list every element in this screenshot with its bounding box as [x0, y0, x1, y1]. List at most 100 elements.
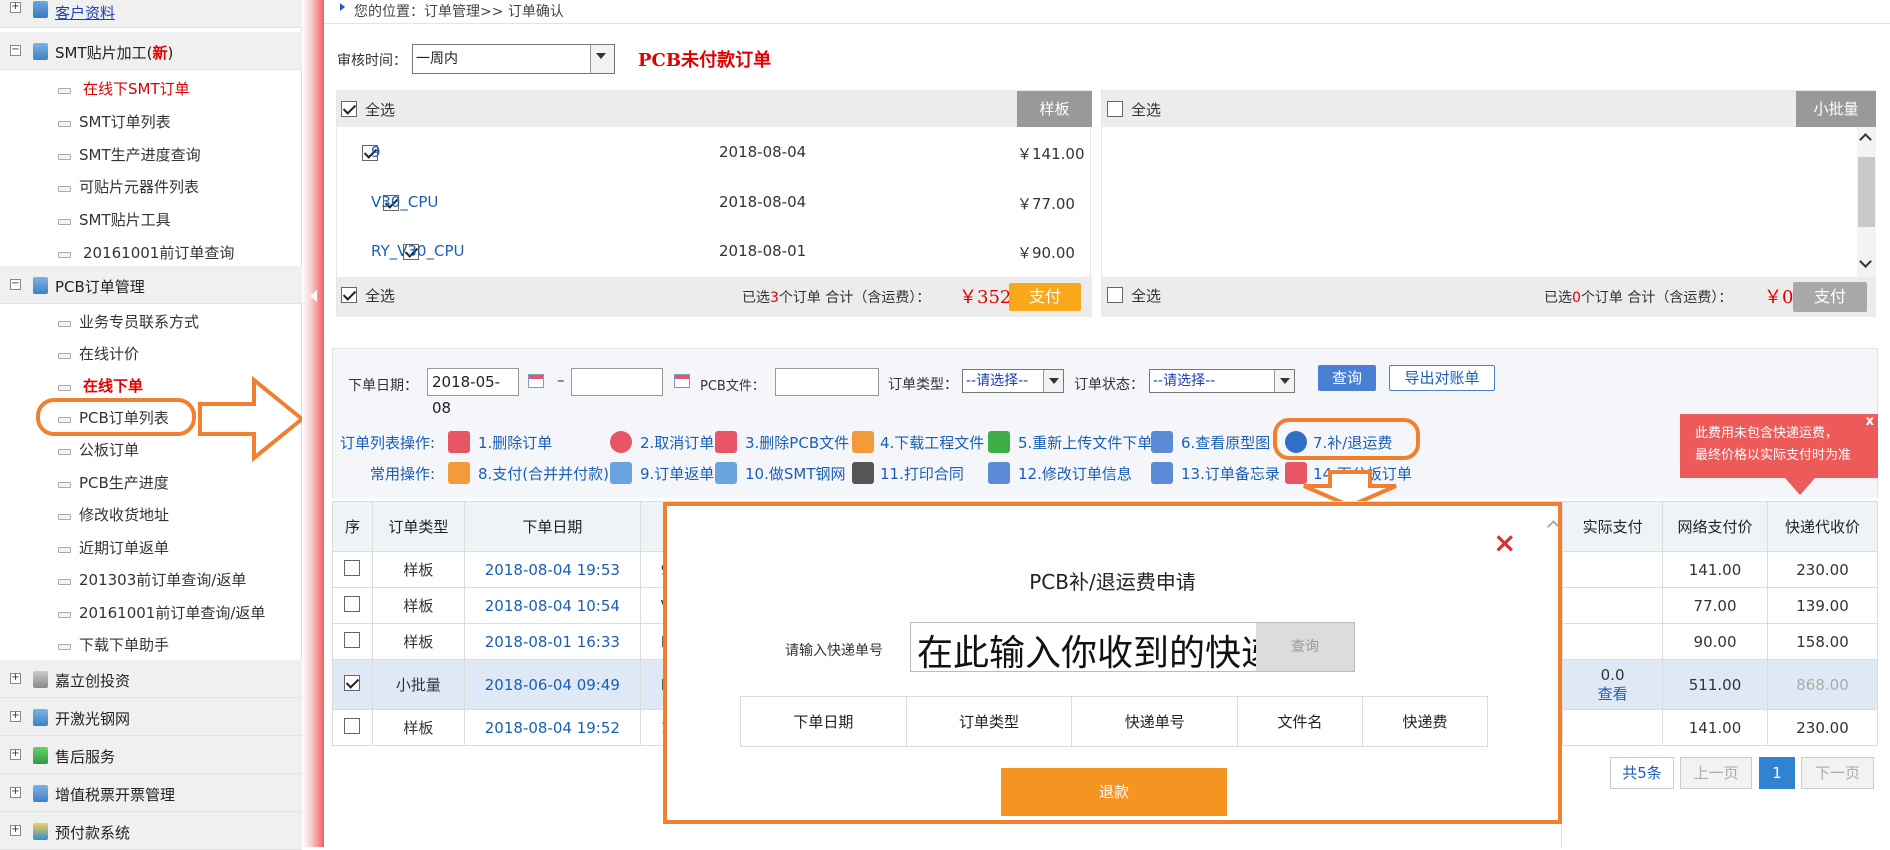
expand-icon[interactable]: +	[10, 2, 21, 13]
sidebar-item-pcb-progress[interactable]: PCB生产进度	[0, 466, 302, 498]
op-view-prototype[interactable]: 6.查看原型图	[1181, 432, 1270, 453]
date-to-input[interactable]	[571, 368, 663, 396]
cancel-icon[interactable]	[610, 431, 632, 453]
pay-button[interactable]: 支付	[1793, 282, 1867, 312]
expand-icon[interactable]: +	[10, 711, 21, 722]
scroll-down-icon[interactable]	[1859, 255, 1872, 268]
sidebar-item-before-2013[interactable]: 201303前订单查询/返单	[0, 563, 302, 595]
refund-button[interactable]: 退款	[1001, 768, 1227, 816]
order-name[interactable]: 9	[371, 143, 381, 161]
op-delete-order[interactable]: 1.删除订单	[478, 432, 552, 453]
sidebar-group-customer[interactable]: + 客户资料	[0, 0, 302, 28]
sidebar-item-before-2016[interactable]: 20161001前订单查询/返单	[0, 596, 302, 628]
sidebar-group-prepay[interactable]: + 预付款系统	[0, 812, 302, 850]
export-statement-button[interactable]: 导出对账单	[1389, 365, 1495, 391]
sidebar-item-smt-online[interactable]: 在线下SMT订单	[0, 72, 302, 104]
calendar-icon[interactable]	[674, 374, 690, 388]
order-name[interactable]: RY_V30_CPU	[371, 242, 464, 260]
tracking-query-button[interactable]: 查询	[1256, 623, 1354, 671]
cell-date[interactable]: 2018-06-04 09:49	[463, 659, 641, 710]
edit-icon[interactable]	[988, 462, 1010, 484]
sidebar-item-smt-list[interactable]: SMT订单列表	[0, 105, 302, 137]
expand-icon[interactable]: +	[10, 673, 21, 684]
sidebar-item-reorder[interactable]: 近期订单返单	[0, 531, 302, 563]
op-delete-pcb-file[interactable]: 3.删除PCB文件	[745, 432, 849, 453]
expand-icon[interactable]: +	[10, 787, 21, 798]
footer-select-all-checkbox[interactable]	[341, 287, 357, 303]
upload-icon[interactable]	[988, 431, 1010, 453]
view-link[interactable]: 查看	[1563, 685, 1662, 704]
cell-date[interactable]: 2018-08-01 16:33	[463, 623, 641, 660]
tooltip-close-icon[interactable]: x	[1866, 411, 1874, 433]
select-all-checkbox[interactable]	[341, 101, 357, 117]
sidebar-collapse-bar[interactable]	[302, 0, 324, 847]
order-status-select[interactable]: --请选择--	[1149, 369, 1295, 393]
page-1-button[interactable]: 1	[1759, 757, 1795, 789]
trash-icon[interactable]	[715, 431, 737, 453]
sample-panel: 全选 样板 9 2018-08-04 ￥141.00 V30_CPU 2018-…	[336, 90, 1092, 317]
cell-date[interactable]: 2018-08-04 19:53	[463, 551, 641, 588]
sidebar-group-stencil[interactable]: + 开激光钢网	[0, 698, 302, 736]
review-time-select[interactable]: 一周内	[412, 44, 615, 74]
row-checkbox[interactable]	[344, 717, 361, 734]
sidebar-item-address[interactable]: 修改收货地址	[0, 498, 302, 530]
prev-page-button[interactable]: 上一页	[1680, 757, 1752, 789]
op-smt-stencil[interactable]: 10.做SMT钢网	[745, 463, 845, 484]
dialog-close-icon[interactable]: ×	[1493, 526, 1516, 559]
pay-button[interactable]: 支付	[1009, 283, 1081, 311]
prototype-icon[interactable]	[1151, 431, 1173, 453]
sidebar-group-smt[interactable]: − SMT贴片加工(新)	[0, 32, 302, 70]
scroll-up-icon[interactable]	[1547, 520, 1560, 533]
op-edit-order[interactable]: 12.修改订单信息	[1018, 463, 1132, 484]
sidebar-item-download-helper[interactable]: 下载下单助手	[0, 628, 302, 660]
next-page-button[interactable]: 下一页	[1801, 757, 1874, 789]
sidebar-group-invoice[interactable]: + 增值税票开票管理	[0, 774, 302, 812]
op-reupload-order[interactable]: 5.重新上传文件下单	[1018, 432, 1152, 453]
cell-date[interactable]: 2018-08-04 10:54	[463, 587, 641, 624]
delete-icon[interactable]	[448, 431, 470, 453]
sidebar-item-contact[interactable]: 业务专员联系方式	[0, 305, 302, 337]
order-type-select[interactable]: --请选择--	[962, 369, 1064, 393]
scroll-up-icon[interactable]	[1859, 133, 1872, 146]
op-cancel-order[interactable]: 2.取消订单	[640, 432, 714, 453]
op-pay-merge[interactable]: 8.支付(合并并付款)	[478, 463, 609, 484]
sidebar-item-smt-components[interactable]: 可贴片元器件列表	[0, 170, 302, 202]
sidebar-group-aftersales[interactable]: + 售后服务	[0, 736, 302, 774]
reorder-icon[interactable]	[610, 462, 632, 484]
printer-icon[interactable]	[852, 462, 874, 484]
op-download-engineering[interactable]: 4.下载工程文件	[880, 432, 984, 453]
collapse-icon[interactable]: −	[10, 45, 21, 56]
row-checkbox[interactable]	[344, 595, 361, 612]
tracking-input-label: 请输入快递单号	[785, 643, 883, 659]
pcb-file-input[interactable]	[775, 368, 879, 396]
calendar-icon[interactable]	[528, 374, 544, 388]
expand-icon[interactable]: +	[10, 749, 21, 760]
tracking-input[interactable]: 在此输入你收到的快递单号 查询	[910, 622, 1355, 674]
order-name[interactable]: V30_CPU	[371, 193, 438, 211]
pay-icon[interactable]	[448, 462, 470, 484]
op-print-contract[interactable]: 11.打印合同	[880, 463, 964, 484]
row-checkbox[interactable]	[344, 559, 361, 576]
scrollbar[interactable]	[1857, 127, 1876, 277]
sidebar-group-pcb[interactable]: − PCB订单管理	[0, 266, 302, 304]
sidebar-item-quote[interactable]: 在线计价	[0, 337, 302, 369]
sidebar-item-smt-progress[interactable]: SMT生产进度查询	[0, 138, 302, 170]
download-icon[interactable]	[852, 431, 874, 453]
sidebar-group-invest[interactable]: + 嘉立创投资	[0, 660, 302, 698]
sidebar-item-smt-tools[interactable]: SMT贴片工具	[0, 203, 302, 235]
memo-icon[interactable]	[1151, 462, 1173, 484]
expand-icon[interactable]: +	[10, 825, 21, 836]
query-button[interactable]: 查询	[1318, 365, 1376, 391]
select-all-checkbox[interactable]	[1107, 101, 1123, 117]
sidebar-item-smt-old[interactable]: 20161001前订单查询	[0, 236, 302, 268]
row-checkbox[interactable]	[344, 631, 361, 648]
collapse-icon[interactable]: −	[10, 279, 21, 290]
op-order-memo[interactable]: 13.订单备忘录	[1181, 463, 1280, 484]
op-reorder[interactable]: 9.订单返单	[640, 463, 714, 484]
date-from-input[interactable]: 2018-05-08	[427, 368, 519, 417]
cell-date[interactable]: 2018-08-04 19:52	[463, 709, 641, 746]
footer-select-all-checkbox[interactable]	[1107, 287, 1123, 303]
row-checkbox[interactable]	[344, 674, 361, 691]
grid-icon[interactable]	[715, 462, 737, 484]
scroll-thumb[interactable]	[1858, 157, 1875, 227]
